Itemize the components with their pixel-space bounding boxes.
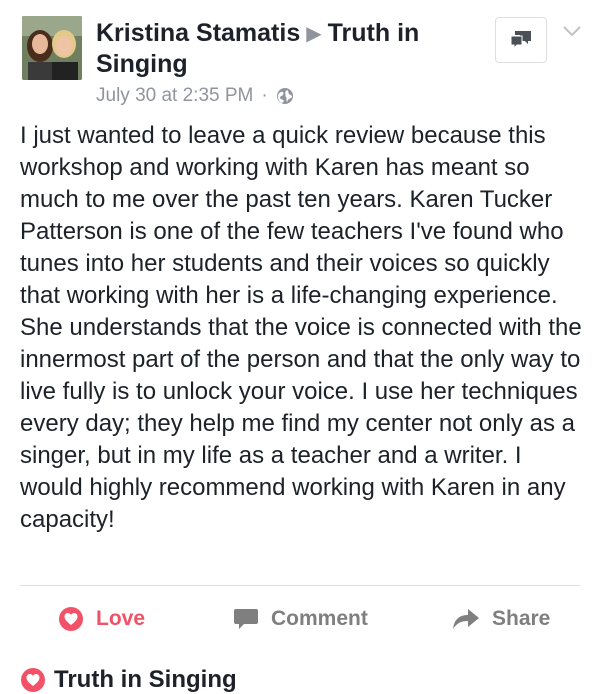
globe-icon (276, 88, 293, 104)
share-label: Share (492, 607, 551, 630)
comment-button[interactable]: Comment (233, 604, 368, 634)
post-meta: July 30 at 2:35 PM · (96, 85, 294, 107)
message-button[interactable] (495, 17, 547, 63)
love-label: Love (96, 607, 146, 630)
timestamp[interactable]: July 30 at 2:35 PM (96, 85, 253, 107)
divider (20, 585, 580, 586)
share-icon (453, 609, 479, 629)
heart-icon (21, 668, 45, 692)
next-post-title: Truth in Singing (54, 666, 237, 693)
love-button[interactable]: Love (58, 604, 145, 634)
heart-icon (59, 607, 83, 631)
post-header: Kristina Stamatis ▶ Truth in Singing (96, 18, 476, 79)
message-icon (510, 31, 531, 50)
author-name[interactable]: Kristina Stamatis (96, 19, 300, 47)
arrow-right-icon: ▶ (306, 23, 322, 45)
comment-icon (234, 609, 258, 629)
avatar[interactable] (22, 16, 82, 80)
post-body: I just wanted to leave a quick review be… (20, 122, 582, 533)
next-post-header[interactable]: Truth in Singing (20, 666, 237, 694)
share-button[interactable]: Share (452, 604, 550, 634)
comment-label: Comment (271, 607, 368, 630)
feed-separator (0, 652, 600, 658)
meta-separator: · (261, 85, 268, 106)
chevron-down-icon[interactable] (562, 24, 582, 38)
